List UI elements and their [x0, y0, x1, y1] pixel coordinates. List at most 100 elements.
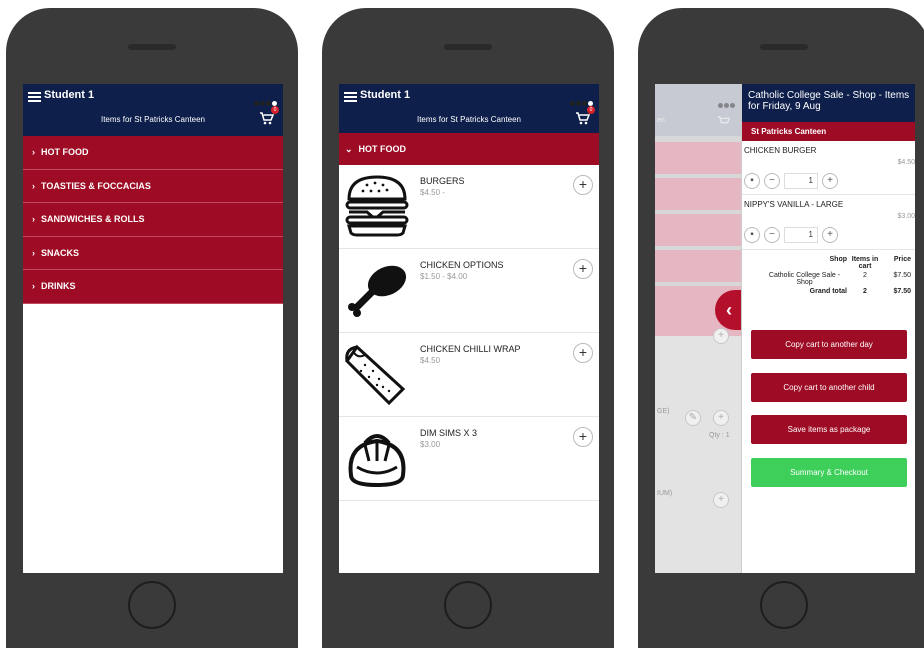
phone-home-button — [760, 581, 808, 629]
chevron-right-icon: › — [32, 147, 35, 157]
category-label: HOT FOOD — [41, 147, 89, 157]
wrap-icon — [345, 344, 406, 406]
summary-row: Catholic College Sale - Shop 2 $7.50 — [756, 271, 912, 287]
category-title: HOT FOOD — [358, 144, 407, 154]
phone-frame-3: en GE) Qty : 1 IUM) + ✎ + + ‹ Catholic C… — [638, 8, 924, 648]
header-subtitle: Items for St Patricks Canteen — [416, 115, 522, 124]
increment-button[interactable]: + — [822, 227, 838, 243]
phone-speaker — [444, 44, 492, 50]
dumpling-icon — [348, 434, 406, 488]
add-product-button[interactable]: + — [573, 259, 593, 279]
delete-item-icon[interactable]: ▪ — [744, 173, 760, 189]
product-price: $4.50 - — [420, 188, 445, 197]
quantity-value[interactable]: 1 — [784, 173, 818, 189]
product-price: $4.50 — [420, 356, 441, 365]
decrement-button[interactable]: − — [764, 173, 780, 189]
delete-item-icon[interactable]: ▪ — [744, 227, 760, 243]
decrement-button[interactable]: − — [764, 227, 780, 243]
hamburger-menu-icon[interactable] — [344, 92, 357, 102]
product-row[interactable]: CHICKEN OPTIONS $1.50 - $4.00 + — [339, 249, 599, 333]
cart-panel: Catholic College Sale - Shop - Items for… — [741, 84, 915, 573]
divider — [742, 194, 915, 195]
category-toasties[interactable]: › TOASTIES & FOCCACIAS — [23, 169, 283, 203]
summary-items: 2 — [863, 272, 867, 279]
chevron-right-icon: › — [32, 281, 35, 291]
header-shop: Shop — [829, 256, 848, 263]
shop-name: St Patricks Canteen — [742, 122, 915, 141]
product-price: $3.00 — [420, 440, 441, 449]
header-subtitle: Items for St Patricks Canteen — [100, 115, 206, 124]
total-price: $7.50 — [893, 288, 911, 295]
category-snacks[interactable]: › SNACKS — [23, 236, 283, 270]
header-price: Price — [893, 256, 911, 263]
quantity-value[interactable]: 1 — [784, 227, 818, 243]
category-label: SANDWICHES & ROLLS — [41, 214, 145, 224]
copy-cart-child-button[interactable]: Copy cart to another child — [751, 373, 907, 402]
cart-item-name: CHICKEN BURGER — [744, 146, 817, 155]
category-label: SNACKS — [41, 247, 80, 258]
category-label: DRINKS — [41, 281, 76, 291]
summary-checkout-button[interactable]: Summary & Checkout — [751, 458, 907, 487]
header-items: Items in cart — [851, 256, 879, 270]
phone-speaker — [128, 44, 176, 50]
chevron-right-icon: › — [32, 247, 35, 258]
category-drinks[interactable]: › DRINKS — [23, 270, 283, 304]
divider — [742, 249, 915, 250]
product-name: BURGERS — [420, 176, 465, 186]
cart-count-badge: 0 — [271, 106, 279, 114]
category-sandwiches[interactable]: › SANDWICHES & ROLLS — [23, 203, 283, 237]
category-list: › HOT FOOD › TOASTIES & FOCCACIAS › SANDWIC… — [23, 136, 283, 304]
student-name[interactable]: Student 1 — [44, 89, 94, 101]
cart-icon — [717, 115, 731, 124]
summary-header-row: Shop Items in cart Price — [756, 255, 912, 271]
dimmed-row — [655, 250, 755, 282]
phone-home-button — [444, 581, 492, 629]
quantity-stepper: ▪ − 1 + — [744, 227, 854, 243]
category-header-hot-food[interactable]: ⌄ HOT FOOD — [339, 133, 599, 165]
total-label: Grand total — [809, 288, 847, 295]
cart-count-badge: 0 — [587, 106, 595, 114]
chevron-right-icon: › — [32, 214, 35, 224]
product-row[interactable]: BURGERS $4.50 - + — [339, 165, 599, 249]
summary-price: $7.50 — [893, 272, 911, 279]
add-product-button[interactable]: + — [573, 427, 593, 447]
drumstick-icon — [348, 265, 407, 317]
add-product-button[interactable]: + — [573, 343, 593, 363]
dimmed-row — [655, 178, 755, 210]
cart-title: Catholic College Sale - Shop - Items for… — [742, 84, 915, 122]
product-name: CHICKEN OPTIONS — [420, 260, 504, 270]
phone-frame-1: Student 1 Items for St Patricks Canteen … — [6, 8, 298, 648]
product-name: CHICKEN CHILLI WRAP — [420, 344, 521, 354]
dimmed-plus-icon: + — [713, 492, 729, 508]
dimmed-text: IUM) — [657, 490, 673, 497]
product-row[interactable]: DIM SIMS X 3 $3.00 + — [339, 417, 599, 501]
quantity-stepper: ▪ − 1 + — [744, 173, 854, 189]
increment-button[interactable]: + — [822, 173, 838, 189]
dimmed-header-text: en — [657, 117, 665, 124]
cart-item-price: $3.00 — [897, 213, 915, 220]
save-package-button[interactable]: Save items as package — [751, 415, 907, 444]
phone-speaker — [760, 44, 808, 50]
chevron-right-icon: › — [32, 180, 35, 191]
phone-home-button — [128, 581, 176, 629]
category-hot-food[interactable]: › HOT FOOD — [23, 136, 283, 170]
app-header: Student 1 Items for St Patricks Canteen … — [23, 84, 283, 136]
student-name[interactable]: Student 1 — [360, 89, 410, 101]
cart-summary-table: Shop Items in cart Price Catholic Colleg… — [756, 255, 912, 296]
dimmed-row — [655, 142, 755, 174]
screen-products: Student 1 Items for St Patricks Canteen … — [339, 84, 599, 573]
add-product-button[interactable]: + — [573, 175, 593, 195]
cart-item-price: $4.50 — [897, 159, 915, 166]
phone-frame-2: Student 1 Items for St Patricks Canteen … — [322, 8, 614, 648]
summary-total-row: Grand total 2 $7.50 — [756, 287, 912, 296]
app-header: Student 1 Items for St Patricks Canteen … — [339, 84, 599, 133]
dimmed-plus-icon: + — [713, 328, 729, 344]
copy-cart-day-button[interactable]: Copy cart to another day — [751, 330, 907, 359]
hamburger-menu-icon[interactable] — [28, 92, 41, 102]
dimmed-edit-icon: ✎ — [685, 410, 701, 426]
product-row[interactable]: CHICKEN CHILLI WRAP $4.50 + — [339, 333, 599, 417]
product-name: DIM SIMS X 3 — [420, 428, 478, 438]
dimmed-qty: Qty : 1 — [709, 432, 730, 439]
category-label: TOASTIES & FOCCACIAS — [41, 180, 151, 191]
dimmed-text: GE) — [657, 408, 670, 415]
